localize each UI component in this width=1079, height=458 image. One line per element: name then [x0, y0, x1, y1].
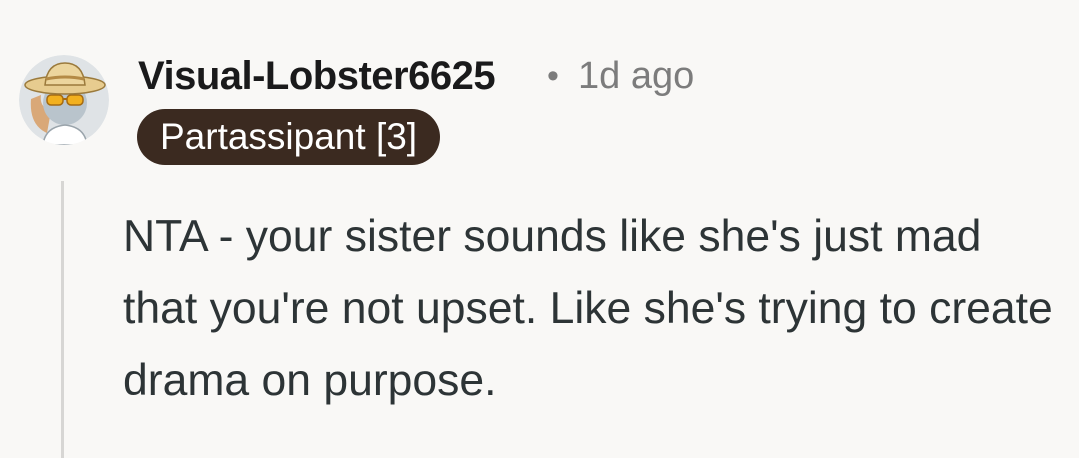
user-avatar[interactable] — [19, 55, 109, 145]
avatar-image — [19, 55, 109, 145]
comment-body-text: NTA - your sister sounds like she's just… — [123, 212, 1053, 405]
thread-collapse-line[interactable] — [61, 181, 64, 458]
user-flair-badge: Partassipant [3] — [137, 109, 441, 165]
comment-author-username[interactable]: Visual-Lobster6625 — [138, 51, 496, 101]
comment-timestamp: 1d ago — [578, 55, 695, 97]
meta-separator: • — [547, 57, 559, 95]
